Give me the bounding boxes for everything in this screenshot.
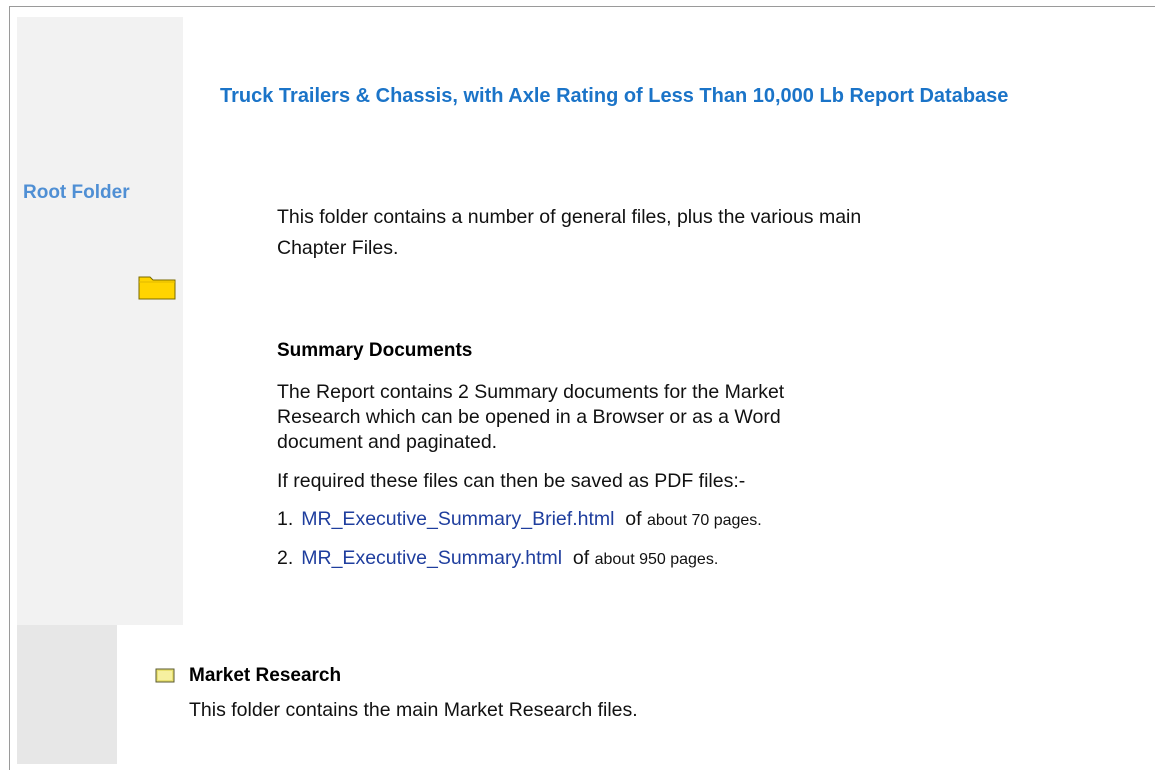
report-title: Truck Trailers & Chassis, with Axle Rati… [220,85,1009,107]
list-item: 2. MR_Executive_Summary.html of about 950… [277,547,718,570]
list-number: 2. [277,547,294,569]
folder-icon[interactable] [155,667,175,683]
left-panel [17,17,183,625]
executive-summary-link[interactable]: MR_Executive_Summary.html [301,547,562,569]
of-text: of [572,547,590,569]
market-research-description: This folder contains the main Market Res… [189,699,638,721]
left-panel-lower [17,625,117,764]
list-item: 1. MR_Executive_Summary_Brief.html of abo… [277,508,762,531]
pdf-note: If required these files can then be save… [277,470,746,492]
list-number: 1. [277,508,294,530]
root-folder-label[interactable]: Root Folder [23,182,130,204]
market-research-heading[interactable]: Market Research [189,665,341,687]
page-count: about 70 pages. [646,512,762,529]
summary-documents-heading: Summary Documents [277,340,473,361]
of-text: of [625,508,642,530]
summary-documents-text: The Report contains 2 Summary documents … [277,381,785,453]
folder-icon[interactable] [138,274,176,300]
executive-summary-brief-link[interactable]: MR_Executive_Summary_Brief.html [301,508,614,530]
page-count: about 950 pages. [594,551,719,568]
folder-description: This folder contains a number of general… [277,206,862,259]
